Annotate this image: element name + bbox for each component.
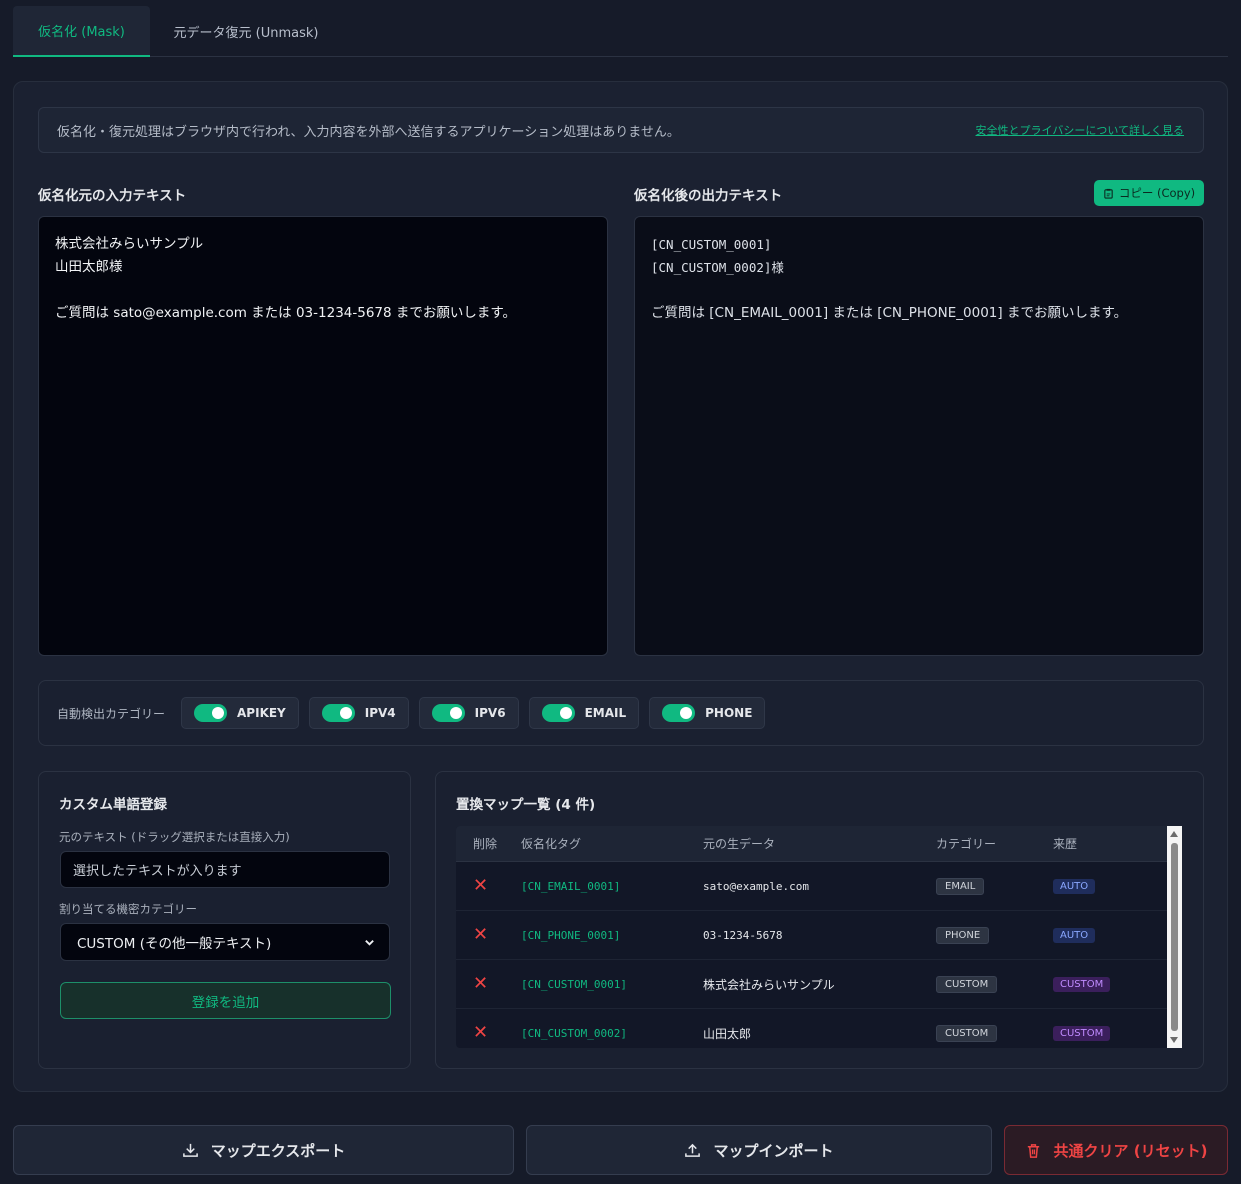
tab-bar: 仮名化 (Mask) 元データ復元 (Unmask) (13, 6, 1228, 57)
input-line (55, 279, 591, 302)
import-label: マップインポート (713, 1141, 834, 1160)
input-line: 株式会社みらいサンプル (55, 236, 204, 252)
source-text-label: 元のテキスト (ドラッグ選択または直接入力) (59, 830, 290, 844)
tab-mask[interactable]: 仮名化 (Mask) (13, 6, 150, 57)
export-label: マップエクスポート (210, 1141, 346, 1160)
scroll-up-icon[interactable] (1170, 831, 1178, 837)
delete-icon[interactable]: ✕ (473, 973, 488, 994)
toggle-apikey[interactable] (194, 704, 228, 722)
tag-cell: [CN_EMAIL_0001] (521, 880, 621, 893)
category-label: EMAIL (584, 706, 627, 720)
category-chip-email: EMAIL (528, 697, 640, 729)
scrollbar-thumb[interactable] (1171, 843, 1178, 1031)
category-select-value: CUSTOM (その他一般テキスト) (77, 936, 272, 952)
category-badge: CUSTOM (936, 975, 998, 993)
output-line: ご質問は [CN_EMAIL_0001] または [CN_PHONE_0001]… (651, 305, 1128, 321)
source-badge: CUSTOM (1053, 977, 1111, 992)
input-line: 山田太郎様 (55, 259, 123, 275)
table-row: ✕ [CN_CUSTOM_0001] 株式会社みらいサンプル CUSTOM CU… (456, 960, 1182, 1009)
auto-detect-categories: 自動検出カテゴリー APIKEY IPV4 IPV6 EMAIL PHONE (38, 680, 1204, 746)
map-export-button[interactable]: マップエクスポート (13, 1125, 514, 1175)
table-header: 削除 仮名化タグ 元の生データ カテゴリー 来歴 (456, 826, 1182, 862)
privacy-notice: 仮名化・復元処理はブラウザ内で行われ、入力内容を外部へ送信するアプリケーション処… (38, 107, 1204, 153)
toggle-ipv6[interactable] (431, 704, 465, 722)
category-badge: PHONE (936, 926, 990, 944)
map-table: 削除 仮名化タグ 元の生データ カテゴリー 来歴 ✕ [CN_EMAIL_000… (456, 826, 1182, 1048)
trash-icon (1027, 1143, 1039, 1158)
custom-word-panel: カスタム単語登録 元のテキスト (ドラッグ選択または直接入力) 選択したテキスト… (38, 771, 411, 1069)
input-title: 仮名化元の入力テキスト (38, 188, 187, 204)
source-badge: CUSTOM (1053, 1026, 1111, 1041)
category-chip-phone: PHONE (649, 697, 766, 729)
toggle-ipv4[interactable] (321, 704, 355, 722)
raw-cell: sato@example.com (703, 880, 809, 893)
delete-icon[interactable]: ✕ (473, 924, 488, 945)
custom-panel-title: カスタム単語登録 (59, 797, 167, 813)
source-text-input[interactable]: 選択したテキストが入ります (60, 851, 390, 888)
source-text-placeholder: 選択したテキストが入ります (73, 864, 242, 879)
toggle-phone[interactable] (662, 704, 696, 722)
scroll-down-icon[interactable] (1170, 1037, 1178, 1043)
raw-cell: 山田太郎 (703, 1026, 752, 1041)
output-line: [CN_CUSTOM_0002]様 (651, 260, 784, 275)
col-tag: 仮名化タグ (521, 837, 582, 851)
table-scrollbar[interactable] (1167, 826, 1182, 1048)
output-textarea[interactable]: [CN_CUSTOM_0001] [CN_CUSTOM_0002]様ご質問は [C… (634, 216, 1204, 656)
replacement-map-panel: 置換マップ一覧 (4 件) 削除 仮名化タグ 元の生データ カテゴリー 来歴 ✕… (435, 771, 1204, 1069)
clear-label: 共通クリア (リセット) (1053, 1141, 1208, 1160)
category-label: IPV4 (364, 706, 396, 720)
clipboard-icon (1104, 188, 1113, 199)
col-raw: 元の生データ (703, 837, 776, 851)
output-line: [CN_CUSTOM_0001] (651, 237, 772, 252)
map-panel-title: 置換マップ一覧 (4 件) (456, 797, 596, 813)
delete-icon[interactable]: ✕ (473, 875, 488, 896)
table-row: ✕ [CN_PHONE_0001] 03-1234-5678 PHONE AUT… (456, 911, 1182, 960)
category-badge: EMAIL (936, 877, 985, 895)
category-label: IPV6 (474, 706, 506, 720)
add-registration-button[interactable]: 登録を追加 (60, 982, 391, 1019)
col-category: カテゴリー (936, 837, 997, 851)
output-title: 仮名化後の出力テキスト (634, 188, 783, 204)
category-select[interactable]: CUSTOM (その他一般テキスト) (60, 923, 390, 961)
raw-cell: 株式会社みらいサンプル (703, 977, 835, 992)
input-textarea[interactable]: 株式会社みらいサンプル 山田太郎様ご質問は sato@example.com また… (38, 216, 608, 656)
tag-cell: [CN_PHONE_0001] (521, 929, 621, 942)
category-label: PHONE (705, 706, 753, 720)
upload-icon (685, 1143, 701, 1157)
col-delete: 削除 (473, 837, 498, 851)
category-chip-ipv6: IPV6 (418, 697, 519, 729)
col-source: 来歴 (1053, 837, 1078, 851)
table-row: ✕ [CN_EMAIL_0001] sato@example.com EMAIL… (456, 862, 1182, 911)
map-import-button[interactable]: マップインポート (526, 1125, 992, 1175)
categories-label: 自動検出カテゴリー (57, 706, 166, 721)
table-row: ✕ [CN_CUSTOM_0002] 山田太郎 CUSTOM CUSTOM (456, 1009, 1182, 1048)
source-badge: AUTO (1053, 879, 1096, 894)
privacy-notice-text: 仮名化・復元処理はブラウザ内で行われ、入力内容を外部へ送信するアプリケーション処… (57, 124, 680, 140)
download-icon (182, 1143, 198, 1157)
category-chip-ipv4: IPV4 (308, 697, 409, 729)
source-badge: AUTO (1053, 928, 1096, 943)
tab-unmask[interactable]: 元データ復元 (Unmask) (163, 6, 329, 56)
category-badge: CUSTOM (936, 1024, 998, 1042)
input-line: ご質問は sato@example.com または 03-1234-5678 ま… (55, 305, 517, 321)
clear-reset-button[interactable]: 共通クリア (リセット) (1004, 1125, 1228, 1175)
copy-button-label: コピー (Copy) (1118, 186, 1196, 200)
chevron-down-icon (365, 939, 374, 946)
tag-cell: [CN_CUSTOM_0001] (521, 978, 627, 991)
copy-button[interactable]: コピー (Copy) (1094, 180, 1204, 206)
toggle-email[interactable] (541, 704, 575, 722)
category-chip-apikey: APIKEY (181, 697, 299, 729)
category-select-label: 割り当てる機密カテゴリー (59, 902, 197, 916)
raw-cell: 03-1234-5678 (703, 929, 783, 942)
category-label: APIKEY (237, 706, 286, 720)
privacy-details-link[interactable]: 安全性とプライバシーについて詳しく見る (976, 122, 1184, 138)
tag-cell: [CN_CUSTOM_0002] (521, 1027, 627, 1040)
delete-icon[interactable]: ✕ (473, 1022, 488, 1043)
mask-panel: 仮名化・復元処理はブラウザ内で行われ、入力内容を外部へ送信するアプリケーション処… (13, 81, 1228, 1092)
